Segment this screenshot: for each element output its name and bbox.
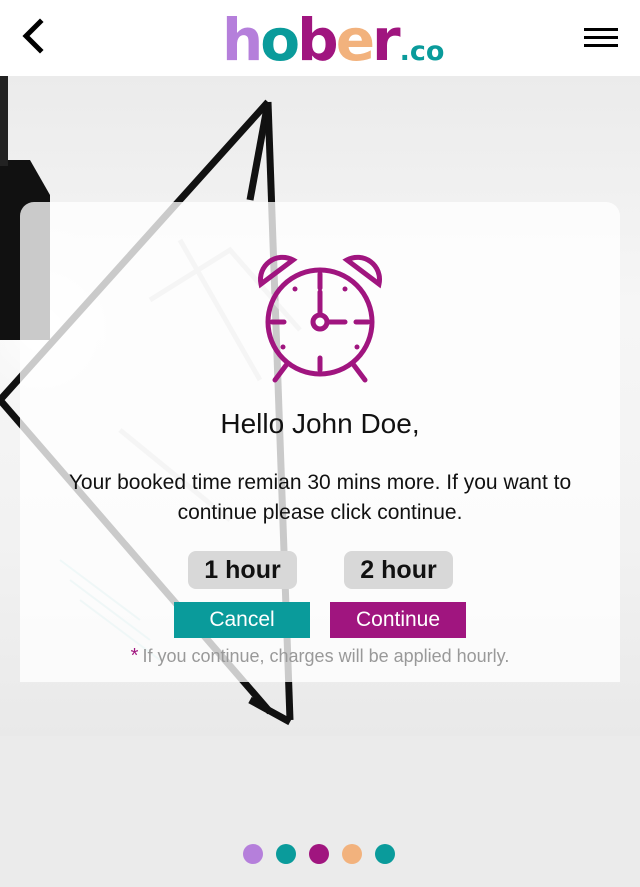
chevron-left-icon [22, 18, 44, 54]
charges-note: * If you continue, charges will be applie… [0, 645, 640, 668]
note-text: If you continue, charges will be applied… [142, 646, 510, 666]
logo: hober.co [222, 10, 444, 70]
app-header: hober.co [0, 0, 640, 76]
greeting: Hello John Doe, [220, 408, 420, 439]
bottom-section [0, 736, 640, 887]
logo-letter: h [222, 6, 263, 74]
message-line: continue please click continue. [177, 501, 463, 524]
message-line: Your booked time remian 30 mins more. If… [68, 471, 572, 494]
carousel-dot[interactable] [309, 844, 329, 864]
cancel-button[interactable]: Cancel [174, 602, 310, 638]
session-message: Your booked time remian 30 mins more. If… [50, 468, 590, 528]
carousel-dot[interactable] [375, 844, 395, 864]
logo-letter: o [260, 6, 300, 74]
alarm-clock-icon [258, 254, 382, 383]
asterisk: * [130, 645, 139, 667]
back-button[interactable] [14, 16, 50, 56]
menu-button[interactable] [580, 24, 622, 52]
continue-button[interactable]: Continue [330, 602, 466, 638]
option-1-hour[interactable]: 1 hour [188, 551, 297, 589]
carousel-dot[interactable] [342, 844, 362, 864]
logo-suffix: .co [399, 36, 445, 67]
carousel-dot[interactable] [276, 844, 296, 864]
logo-letter: b [297, 6, 338, 74]
option-2-hour[interactable]: 2 hour [344, 551, 453, 589]
logo-letter: r [372, 6, 401, 74]
carousel-dot[interactable] [243, 844, 263, 864]
logo-letter: e [335, 6, 375, 74]
